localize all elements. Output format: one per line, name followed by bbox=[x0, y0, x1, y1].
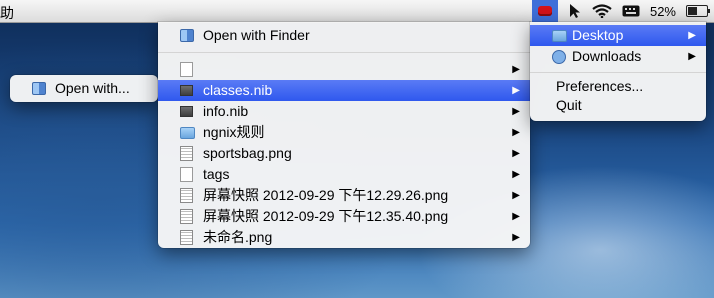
downloads-folder-icon bbox=[552, 50, 566, 64]
wifi-icon[interactable] bbox=[592, 4, 612, 18]
submenu-arrow-icon: ▶ bbox=[512, 106, 520, 117]
image-file-icon bbox=[180, 209, 193, 224]
battery-percent[interactable]: 52% bbox=[650, 4, 676, 19]
open-with-finder-label: Open with Finder bbox=[203, 27, 310, 43]
separator bbox=[158, 52, 530, 53]
battery-icon[interactable] bbox=[686, 5, 710, 17]
cursor-icon[interactable] bbox=[568, 3, 582, 19]
menu-bar: 助 52% bbox=[0, 0, 714, 23]
file-menu-item-label: 屏幕快照 2012-09-29 下午12.29.26.png bbox=[203, 187, 449, 203]
places-menu: Desktop ▶ Downloads ▶ Preferences... Quit bbox=[530, 22, 706, 121]
separator bbox=[530, 72, 706, 73]
submenu-arrow-icon: ▶ bbox=[512, 148, 520, 159]
file-menu-item-label: classes.nib bbox=[203, 82, 273, 98]
nib-icon bbox=[180, 85, 193, 96]
file-menu-item-label: tags bbox=[203, 166, 230, 182]
file-menu-item-label: ngnix规则 bbox=[203, 124, 265, 140]
file-menu-item[interactable]: classes.nib ▶ bbox=[158, 80, 530, 101]
open-with-label: Open with... bbox=[55, 80, 130, 96]
submenu-arrow-icon: ▶ bbox=[512, 169, 520, 180]
file-menu-item-label: 未命名.png bbox=[203, 229, 273, 245]
file-menu-item-label: 屏幕快照 2012-09-29 下午12.35.40.png bbox=[203, 208, 449, 224]
open-with-item[interactable]: Open with... bbox=[10, 78, 158, 99]
image-file-icon bbox=[180, 230, 193, 245]
status-area: 52% bbox=[531, 0, 710, 22]
submenu-arrow-icon: ▶ bbox=[688, 51, 696, 62]
folder-icon bbox=[180, 127, 195, 139]
file-menu-item[interactable]: ngnix规则 ▶ bbox=[158, 122, 530, 143]
quit-item[interactable]: Quit bbox=[530, 96, 706, 115]
file-menu-item[interactable]: tags ▶ bbox=[158, 164, 530, 185]
file-menu-item-label: info.nib bbox=[203, 103, 249, 119]
image-file-icon bbox=[180, 146, 193, 161]
finder-icon bbox=[32, 82, 46, 95]
open-with-finder-item[interactable]: Open with Finder bbox=[158, 25, 530, 46]
submenu-arrow-icon: ▶ bbox=[512, 127, 520, 138]
submenu-arrow-icon: ▶ bbox=[512, 211, 520, 222]
places-menu-item-desktop[interactable]: Desktop ▶ bbox=[530, 25, 706, 46]
file-menu-item[interactable]: 屏幕快照 2012-09-29 下午12.35.40.png ▶ bbox=[158, 206, 530, 227]
file-menu-item[interactable]: ▶ bbox=[158, 59, 530, 80]
desktop-folder-icon bbox=[552, 30, 567, 42]
places-menu-item-label: Desktop bbox=[572, 27, 624, 43]
battery-fill bbox=[688, 7, 697, 15]
image-file-icon bbox=[180, 188, 193, 203]
file-menu-item[interactable]: info.nib ▶ bbox=[158, 101, 530, 122]
submenu-arrow-icon: ▶ bbox=[512, 64, 520, 75]
preferences-item[interactable]: Preferences... bbox=[530, 77, 706, 96]
nib-icon bbox=[180, 106, 193, 117]
submenu-arrow-icon: ▶ bbox=[512, 232, 520, 243]
submenu-arrow-icon: ▶ bbox=[688, 30, 696, 41]
places-menu-item-label: Downloads bbox=[572, 48, 642, 64]
open-with-menu: Open with... bbox=[10, 75, 158, 102]
file-menu-item[interactable]: sportsbag.png ▶ bbox=[158, 143, 530, 164]
app-menu-fragment[interactable]: 助 bbox=[0, 3, 14, 23]
quit-label: Quit bbox=[556, 97, 582, 113]
blank-document-icon bbox=[180, 167, 193, 182]
keyboard-icon[interactable] bbox=[622, 5, 640, 17]
status-app-button[interactable] bbox=[531, 0, 558, 22]
file-menu-item-label: sportsbag.png bbox=[203, 145, 292, 161]
places-menu-item-downloads[interactable]: Downloads ▶ bbox=[530, 46, 706, 67]
submenu-arrow-icon: ▶ bbox=[512, 85, 520, 96]
submenu-arrow-icon: ▶ bbox=[512, 190, 520, 201]
files-menu: Open with Finder ▶ classes.nib ▶ info.nib ▶ n… bbox=[158, 22, 530, 248]
file-menu-item[interactable]: 屏幕快照 2012-09-29 下午12.29.26.png ▶ bbox=[158, 185, 530, 206]
blank-document-icon bbox=[180, 62, 193, 77]
file-menu-item[interactable]: 未命名.png ▶ bbox=[158, 227, 530, 248]
finder-icon bbox=[180, 29, 194, 42]
app-status-icon bbox=[537, 6, 552, 16]
preferences-label: Preferences... bbox=[556, 78, 644, 94]
